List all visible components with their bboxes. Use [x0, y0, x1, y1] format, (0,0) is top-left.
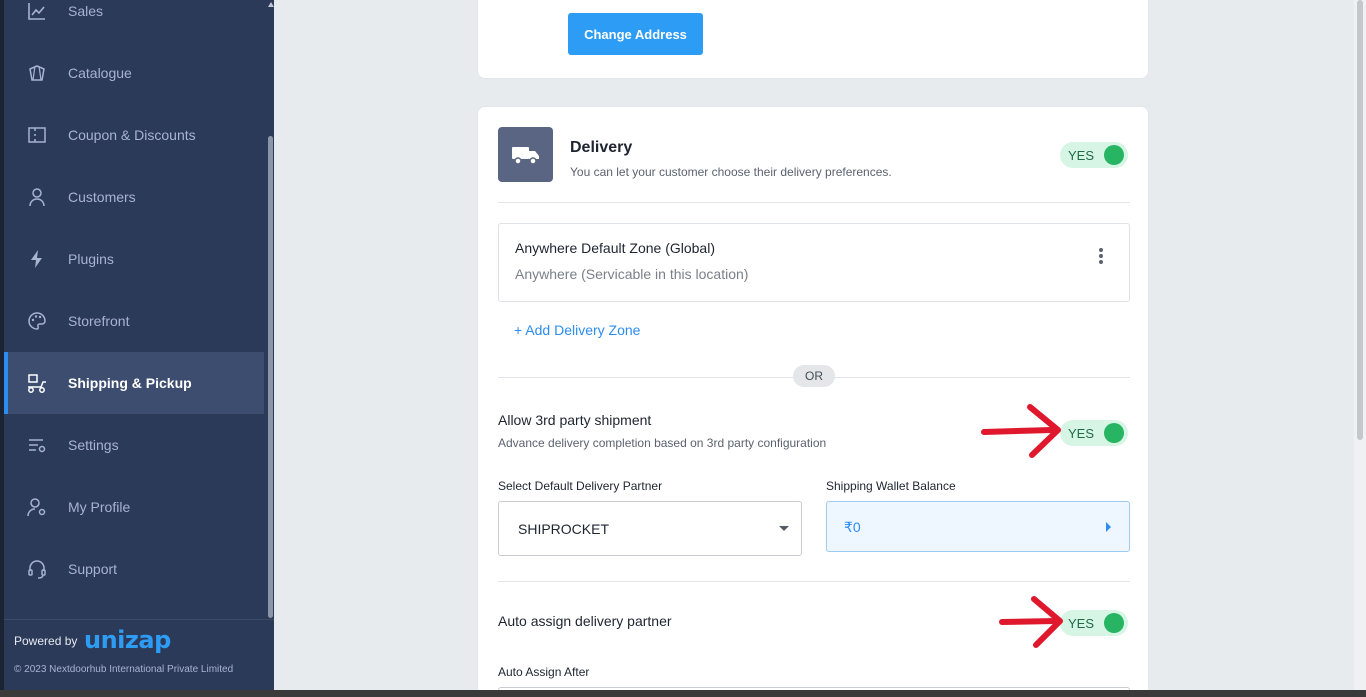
- sidebar-item-label: Support: [68, 561, 118, 577]
- chevron-down-icon: [779, 526, 789, 531]
- tag-icon: [26, 62, 48, 84]
- toggle-label: YES: [1068, 148, 1095, 163]
- delivery-title: Delivery: [570, 139, 633, 156]
- sidebar-item-support[interactable]: Support: [4, 538, 264, 600]
- third-party-title: Allow 3rd party shipment: [498, 412, 652, 428]
- page-scrollbar[interactable]: [1354, 0, 1366, 690]
- annotation-arrow-icon: [981, 404, 1061, 458]
- sidebar-item-catalogue[interactable]: Catalogue: [4, 42, 264, 104]
- sidebar-item-label: Customers: [68, 189, 136, 205]
- delivery-partner-select[interactable]: SHIPROCKET: [498, 501, 802, 556]
- select-value: SHIPROCKET: [518, 521, 610, 537]
- copyright-text: © 2023 Nextdoorhub International Private…: [14, 664, 234, 675]
- zone-title: Anywhere Default Zone (Global): [515, 240, 715, 256]
- sidebar-item-sales[interactable]: Sales: [4, 0, 264, 42]
- sidebar-item-label: Catalogue: [68, 65, 132, 81]
- toggle-knob: [1104, 423, 1124, 443]
- delivery-partner-label: Select Default Delivery Partner: [498, 479, 663, 493]
- user-icon: [26, 186, 48, 208]
- address-card: Change Address: [477, 0, 1149, 79]
- settings-sliders-icon: [26, 434, 48, 456]
- more-options-icon[interactable]: [1099, 248, 1103, 264]
- sidebar-item-customers[interactable]: Customers: [4, 166, 264, 228]
- delivery-toggle[interactable]: YES: [1060, 142, 1128, 168]
- delivery-zone-card[interactable]: Anywhere Default Zone (Global) Anywhere …: [498, 223, 1130, 302]
- auto-assign-after-label: Auto Assign After: [498, 665, 590, 679]
- wallet-balance-label: Shipping Wallet Balance: [826, 479, 956, 493]
- chevron-right-icon: [1106, 522, 1111, 532]
- palette-icon: [26, 310, 48, 332]
- auto-assign-toggle[interactable]: YES: [1060, 610, 1128, 636]
- unizap-logo: unizap: [84, 626, 171, 654]
- add-delivery-zone-link[interactable]: + Add Delivery Zone: [514, 322, 640, 338]
- sidebar: Sales Catalogue Coupon & Discounts Custo…: [0, 0, 274, 690]
- wallet-balance-field[interactable]: ₹0: [826, 501, 1130, 552]
- zone-subtitle: Anywhere (Servicable in this location): [515, 266, 749, 282]
- third-party-subtitle: Advance delivery completion based on 3rd…: [498, 436, 827, 450]
- or-separator: OR: [793, 365, 835, 387]
- sidebar-item-coupon-discounts[interactable]: Coupon & Discounts: [4, 104, 264, 166]
- headset-icon: [26, 558, 48, 580]
- taskbar-edge: [0, 690, 1366, 697]
- sidebar-item-label: Sales: [68, 3, 104, 19]
- page-scroll-thumb[interactable]: [1357, 0, 1363, 440]
- sidebar-item-shipping-pickup[interactable]: Shipping & Pickup: [4, 352, 264, 414]
- chart-line-icon: [26, 0, 48, 22]
- sidebar-item-storefront[interactable]: Storefront: [4, 290, 264, 352]
- annotation-arrow-icon: [999, 596, 1063, 648]
- sidebar-item-label: Shipping & Pickup: [68, 375, 192, 391]
- third-party-toggle[interactable]: YES: [1060, 420, 1128, 446]
- divider: [498, 581, 1130, 582]
- sidebar-item-settings[interactable]: Settings: [4, 414, 264, 476]
- scroll-up-icon[interactable]: [268, 2, 274, 7]
- change-address-button[interactable]: Change Address: [568, 13, 703, 55]
- user-gear-icon: [26, 496, 48, 518]
- divider: [498, 202, 1130, 203]
- lightning-icon: [26, 248, 48, 270]
- toggle-label: YES: [1068, 426, 1095, 441]
- toggle-label: YES: [1068, 616, 1095, 631]
- sidebar-item-my-profile[interactable]: My Profile: [4, 476, 264, 538]
- sidebar-footer: Powered by unizap © 2023 Nextdoorhub Int…: [4, 619, 274, 690]
- sidebar-scroll-thumb[interactable]: [268, 136, 273, 618]
- coupon-icon: [26, 124, 48, 146]
- toggle-knob: [1104, 145, 1124, 165]
- sidebar-item-label: Coupon & Discounts: [68, 127, 196, 143]
- truck-icon: [498, 127, 553, 182]
- sidebar-item-label: My Profile: [68, 499, 131, 515]
- sidebar-item-plugins[interactable]: Plugins: [4, 228, 264, 290]
- powered-by-text: Powered by: [14, 634, 78, 648]
- sidebar-item-label: Storefront: [68, 313, 130, 329]
- toggle-knob: [1104, 613, 1124, 633]
- delivery-scooter-icon: [26, 372, 48, 394]
- delivery-subtitle: You can let your customer choose their d…: [570, 165, 892, 179]
- wallet-balance-value: ₹0: [844, 519, 861, 535]
- sidebar-item-label: Plugins: [68, 251, 114, 267]
- auto-assign-title: Auto assign delivery partner: [498, 613, 672, 629]
- sidebar-item-label: Settings: [68, 437, 119, 453]
